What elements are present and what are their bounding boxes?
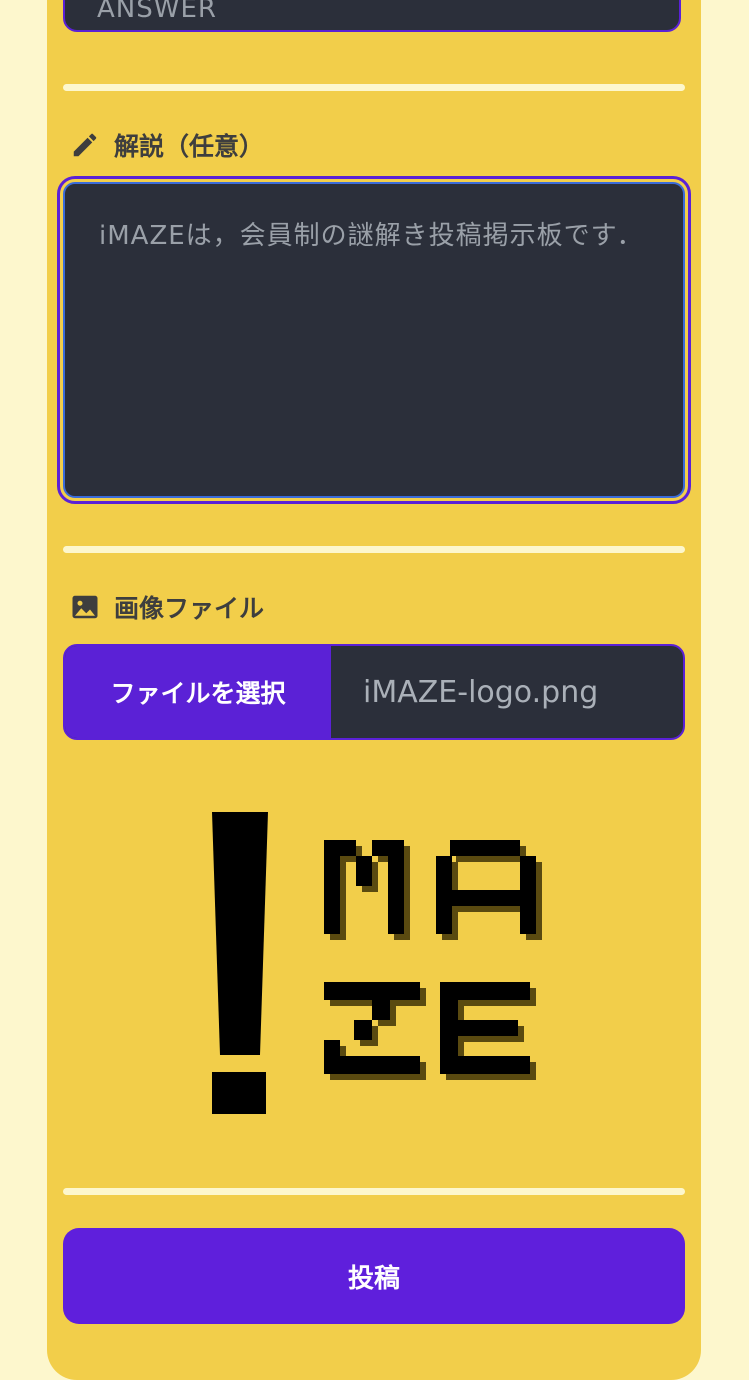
explanation-label-text: 解説（任意） xyxy=(114,132,265,161)
answer-input-value: ANSWER xyxy=(97,0,217,24)
file-input[interactable]: ファイルを選択 iMAZE-logo.png xyxy=(63,644,685,740)
image-file-label-text: 画像ファイル xyxy=(114,594,265,623)
image-preview xyxy=(212,812,542,1114)
selected-file-name: iMAZE-logo.png xyxy=(363,674,599,710)
choose-file-button[interactable]: ファイルを選択 xyxy=(65,646,331,738)
explanation-textarea[interactable]: iMAZEは，会員制の謎解き投稿掲示板です． xyxy=(57,176,691,504)
answer-input[interactable]: ANSWER xyxy=(63,0,681,32)
image-icon xyxy=(72,595,98,619)
image-file-label: 画像ファイル xyxy=(70,590,264,624)
divider xyxy=(63,84,685,91)
imaze-logo xyxy=(212,812,542,1114)
divider xyxy=(63,1188,685,1195)
submit-button[interactable]: 投稿 xyxy=(63,1228,685,1324)
divider xyxy=(63,546,685,553)
explanation-label: 解説（任意） xyxy=(70,128,264,162)
explanation-textarea-value: iMAZEは，会員制の謎解き投稿掲示板です． xyxy=(63,182,685,498)
pencil-icon xyxy=(73,133,97,157)
